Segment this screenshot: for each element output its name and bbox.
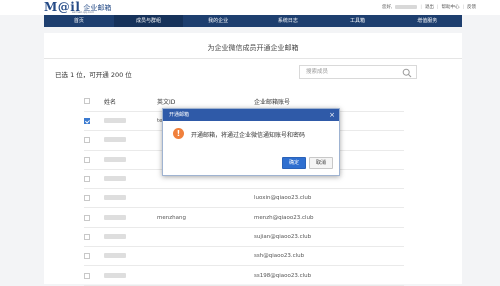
email-account-cell: sujian@qiaoo23.club	[254, 227, 404, 248]
page-title: 为企业微信成员开通企业邮箱	[207, 44, 299, 52]
member-name-redacted	[104, 176, 126, 182]
dialog-title: 开通邮箱	[169, 112, 190, 118]
logout-link[interactable]: 退出	[425, 4, 434, 10]
dialog-footer: 确定 取消	[281, 157, 333, 169]
user-links: 您好, | 退出 | 帮助中心 | 反馈	[381, 4, 476, 11]
english-id-cell: menzhang	[157, 207, 254, 228]
email-account-cell: ss198@qiaoo23.club	[254, 265, 404, 286]
row-checkbox[interactable]	[84, 195, 90, 202]
member-name-redacted	[104, 195, 126, 201]
member-name-redacted	[104, 214, 126, 220]
feedback-link[interactable]: 反馈	[467, 4, 476, 10]
select-all-checkbox[interactable]	[84, 98, 90, 104]
member-name-redacted	[104, 233, 126, 239]
table-row[interactable]: luoxin@qiaoo23.club	[84, 188, 404, 209]
row-checkbox[interactable]	[84, 233, 90, 240]
member-name-cell	[104, 227, 157, 248]
nav-item-home[interactable]: 首页	[44, 15, 114, 27]
dialog-header: 开通邮箱 ×	[163, 109, 339, 121]
member-name-cell	[104, 246, 157, 267]
top-bar: M@il 企业邮箱 exmail.qq.com 您好, | 退出 | 帮助中心 …	[0, 0, 500, 15]
help-center-link[interactable]: 帮助中心	[441, 4, 459, 10]
table-row[interactable]: ssh@qiaoo23.club	[84, 246, 404, 267]
row-checkbox[interactable]	[84, 214, 90, 221]
greeting: 您好,	[381, 5, 393, 10]
member-name-cell	[104, 169, 157, 190]
activate-mailbox-dialog: 开通邮箱 × ! 开通邮箱，将通过企业微信通知账号和密码 确定 取消	[162, 108, 340, 176]
english-id-cell	[157, 246, 254, 267]
nav-item-system-log[interactable]: 系统日志	[253, 15, 323, 27]
warning-icon: !	[173, 128, 184, 139]
search-icon[interactable]	[402, 68, 412, 78]
nav-item-value-added[interactable]: 增值服务	[392, 15, 462, 27]
table-row[interactable]: menzhang menzh@qiaoo23.club	[84, 207, 404, 228]
search-input[interactable]	[300, 66, 396, 78]
user-name-redacted	[395, 5, 418, 9]
member-name-cell	[104, 130, 157, 151]
nav-item-members[interactable]: 成员与群组	[113, 15, 184, 27]
english-id-cell	[157, 188, 254, 209]
row-checkbox[interactable]	[84, 272, 90, 279]
member-name-cell	[104, 188, 157, 209]
nav-item-my-company[interactable]: 我的企业	[183, 15, 253, 27]
member-name-redacted	[104, 272, 126, 278]
english-id-cell	[157, 227, 254, 248]
email-account-cell: menzh@qiaoo23.club	[254, 207, 404, 228]
email-account-cell: ssh@qiaoo23.club	[254, 246, 404, 267]
row-checkbox[interactable]	[84, 137, 90, 144]
member-name-cell	[104, 111, 157, 132]
close-icon[interactable]: ×	[329, 109, 335, 121]
logo-subtitle: exmail.qq.com	[72, 10, 95, 14]
english-id-cell	[157, 265, 254, 286]
row-checkbox[interactable]	[84, 253, 90, 260]
email-account-cell: luoxin@qiaoo23.club	[254, 188, 404, 209]
member-name-redacted	[104, 118, 126, 124]
table-row[interactable]: sujian@qiaoo23.club	[84, 227, 404, 248]
column-header-name: 姓名	[104, 91, 157, 112]
row-checkbox[interactable]	[84, 118, 90, 125]
main-nav: 首页 成员与群组 我的企业 系统日志 工具箱 增值服务	[44, 15, 462, 27]
divider	[44, 58, 462, 59]
search-box	[299, 65, 417, 79]
dialog-message: 开通邮箱，将通过企业微信通知账号和密码	[191, 132, 306, 139]
nav-item-toolbox[interactable]: 工具箱	[323, 15, 393, 27]
row-checkbox[interactable]	[84, 156, 90, 163]
member-name-cell	[104, 150, 157, 170]
member-name-cell	[104, 265, 157, 286]
row-checkbox[interactable]	[84, 176, 90, 183]
member-name-redacted	[104, 253, 126, 259]
selection-count: 已选 1 位，可开通 200 位	[55, 71, 132, 79]
cancel-button[interactable]: 取消	[308, 157, 333, 169]
member-name-cell	[104, 207, 157, 228]
member-name-redacted	[104, 156, 126, 162]
member-name-redacted	[104, 137, 126, 143]
table-row[interactable]: ss198@qiaoo23.club	[84, 265, 404, 286]
confirm-button[interactable]: 确定	[281, 157, 306, 169]
dialog-body: ! 开通邮箱，将通过企业微信通知账号和密码	[163, 121, 339, 149]
